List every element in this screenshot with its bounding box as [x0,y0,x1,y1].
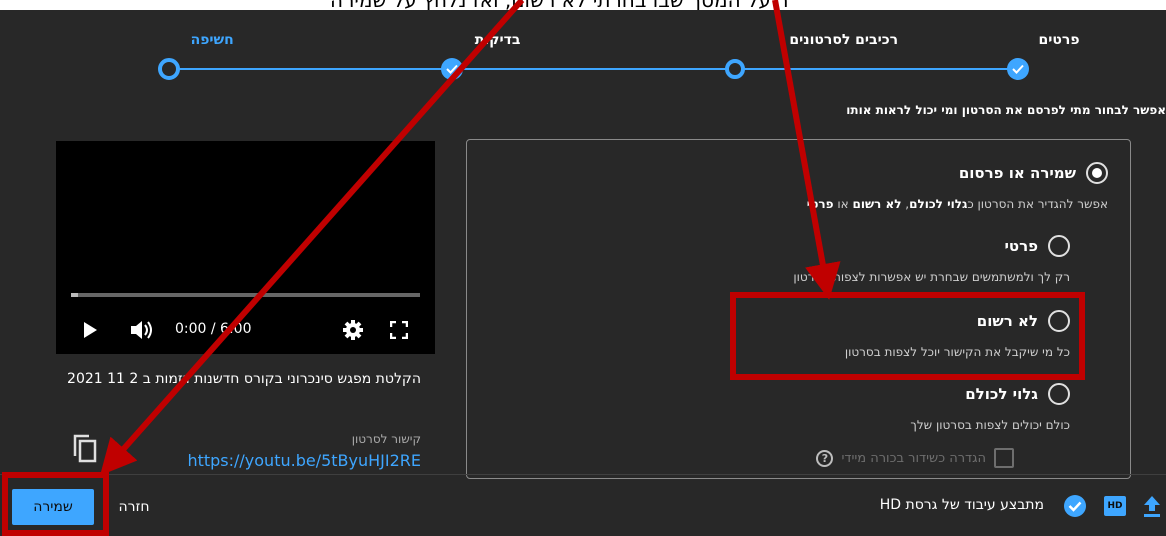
fullscreen-icon[interactable] [390,321,408,339]
play-icon[interactable] [82,321,98,339]
step-elements-node[interactable] [725,59,745,79]
settings-icon[interactable] [342,319,364,341]
save-or-publish-radio[interactable] [1086,162,1108,184]
check-icon [1012,64,1024,74]
video-buffer-fill [71,293,78,297]
step-details-node[interactable] [1007,58,1029,80]
public-desc: כולם יכולים לצפות בסרטון שלך [910,418,1070,432]
instruction-caption-strip: ר על המסך שבו בחרתי לא רשום, ואז נלחץ על… [0,0,1166,10]
hd-icon: HD [1104,496,1126,516]
unlisted-radio[interactable] [1048,310,1070,332]
step-checks-node[interactable] [441,58,463,80]
upload-icon [1144,496,1160,517]
step-details-label[interactable]: פרטים [1039,32,1080,48]
copy-icon[interactable] [72,434,98,464]
save-or-publish-option[interactable]: שמירה או פרסום [959,162,1108,184]
public-option[interactable]: גלוי לכולם [965,383,1070,405]
private-radio[interactable] [1048,235,1070,257]
visibility-subtitle: אפשר לבחור מתי לפרסם את הסרטון ומי יכול … [846,103,1166,117]
step-visibility-node[interactable] [158,58,180,80]
stepper-line [169,68,1018,70]
processing-status: מתבצע עיבוד של גרסת HD [879,497,1044,513]
volume-icon[interactable] [129,319,155,341]
footer-divider [0,474,1166,475]
video-link[interactable]: https://youtu.be/5tByuHJI2RE [187,451,421,470]
visibility-panel: שמירה או פרסום אפשר להגדיר את הסרטון כגל… [466,139,1131,479]
back-button[interactable]: חזרה [104,489,164,525]
check-icon [446,64,458,74]
video-title: הקלטת מפגש סינכרוני בקורס חדשנות ויזמות … [67,371,421,387]
private-desc: רק לך ולמשתמשים שבחרת יש אפשרות לצפות בס… [793,270,1070,284]
private-option[interactable]: פרטי [1004,235,1070,257]
public-radio[interactable] [1048,383,1070,405]
unlisted-label: לא רשום [976,312,1038,330]
step-checks-label[interactable]: בדיקות [475,32,521,48]
save-or-publish-label: שמירה או פרסום [958,164,1076,182]
check-circle-icon [1064,495,1086,517]
video-time: 0:00 / 6:00 [175,321,252,337]
unlisted-option[interactable]: לא רשום [977,310,1070,332]
instant-premiere-checkbox[interactable] [994,448,1014,468]
help-icon[interactable]: ? [816,449,834,467]
private-label: פרטי [1004,237,1038,255]
public-label: גלוי לכולם [965,385,1038,403]
video-link-label: קישור לסרטון [351,432,421,446]
unlisted-desc: כל מי שיקבל את הקישור יוכל לצפות בסרטון [844,345,1070,359]
instant-premiere-label: הגדרה כשידור בכורה מיידי [841,450,986,466]
step-elements-label[interactable]: רכיבים לסרטונים [789,32,898,48]
video-progress-bar[interactable] [71,293,420,297]
save-or-publish-desc: אפשר להגדיר את הסרטון כגלוי לכולם, לא רש… [806,197,1108,211]
upload-dialog: פרטים רכיבים לסרטונים בדיקות חשיפה אפשר … [0,10,1166,536]
step-visibility-label[interactable]: חשיפה [191,32,234,48]
instruction-caption: ר על המסך שבו בחרתי לא רשום, ואז נלחץ על… [330,0,789,10]
instant-premiere-option[interactable]: הגדרה כשידור בכורה מיידי ? [816,448,1014,468]
video-player[interactable]: 0:00 / 6:00 [56,141,435,354]
save-button[interactable]: שמירה [12,489,94,525]
